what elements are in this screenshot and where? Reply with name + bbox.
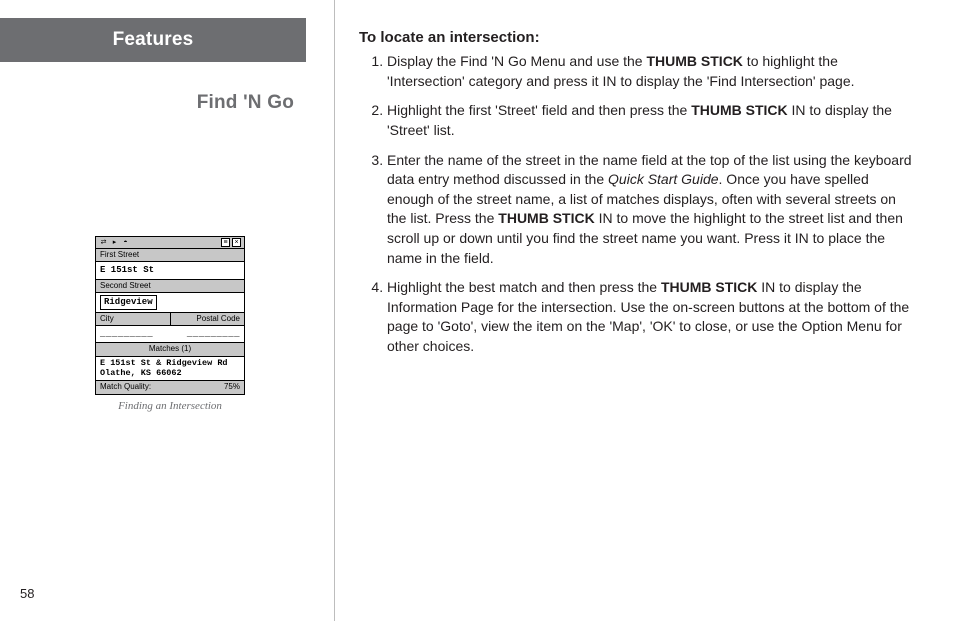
thumb-stick-term: THUMB STICK: [646, 53, 742, 69]
device-caption: Finding an Intersection: [95, 399, 245, 414]
device-screenshot: ⇄ ▸ ◓ ≡ × First Street E 151st St Second…: [95, 236, 245, 414]
thumb-stick-term: THUMB STICK: [498, 210, 594, 226]
field-city-postal-empty: _________ _________: [96, 326, 244, 343]
instruction-step-4: Highlight the best match and then press …: [387, 278, 914, 356]
label-city: City: [96, 313, 171, 326]
instructions-list: Display the Find 'N Go Menu and use the …: [359, 52, 914, 356]
instruction-step-3: Enter the name of the street in the name…: [387, 151, 914, 269]
menu-icon: ≡: [221, 238, 230, 247]
device-titlebar: ⇄ ▸ ◓ ≡ ×: [96, 237, 244, 249]
instructions-title: To locate an intersection:: [359, 28, 914, 48]
label-postal-code: Postal Code: [171, 313, 245, 326]
match-result: E 151st St & Ridgeview Rd Olathe, KS 660…: [96, 357, 244, 381]
section-title: Find 'N Go: [0, 90, 294, 116]
page-number: 58: [20, 585, 34, 603]
globe-icon: ◓: [121, 238, 130, 247]
field-second-street: Ridgeview: [96, 293, 244, 312]
field-first-street: E 151st St: [96, 262, 244, 279]
label-matches: Matches (1): [96, 343, 244, 357]
thumb-stick-term: THUMB STICK: [691, 102, 787, 118]
thumb-stick-term: THUMB STICK: [661, 279, 757, 295]
instruction-step-1: Display the Find 'N Go Menu and use the …: [387, 52, 914, 91]
section-tab-features: Features: [0, 18, 306, 62]
flag-icon: ▸: [110, 238, 119, 247]
quick-start-guide-ref: Quick Start Guide: [608, 171, 719, 187]
label-second-street: Second Street: [96, 280, 244, 294]
close-icon: ×: [232, 238, 241, 247]
label-first-street: First Street: [96, 249, 244, 263]
instruction-step-2: Highlight the first 'Street' field and t…: [387, 101, 914, 140]
route-icon: ⇄: [99, 238, 108, 247]
match-quality: Match Quality: 75%: [96, 381, 244, 394]
